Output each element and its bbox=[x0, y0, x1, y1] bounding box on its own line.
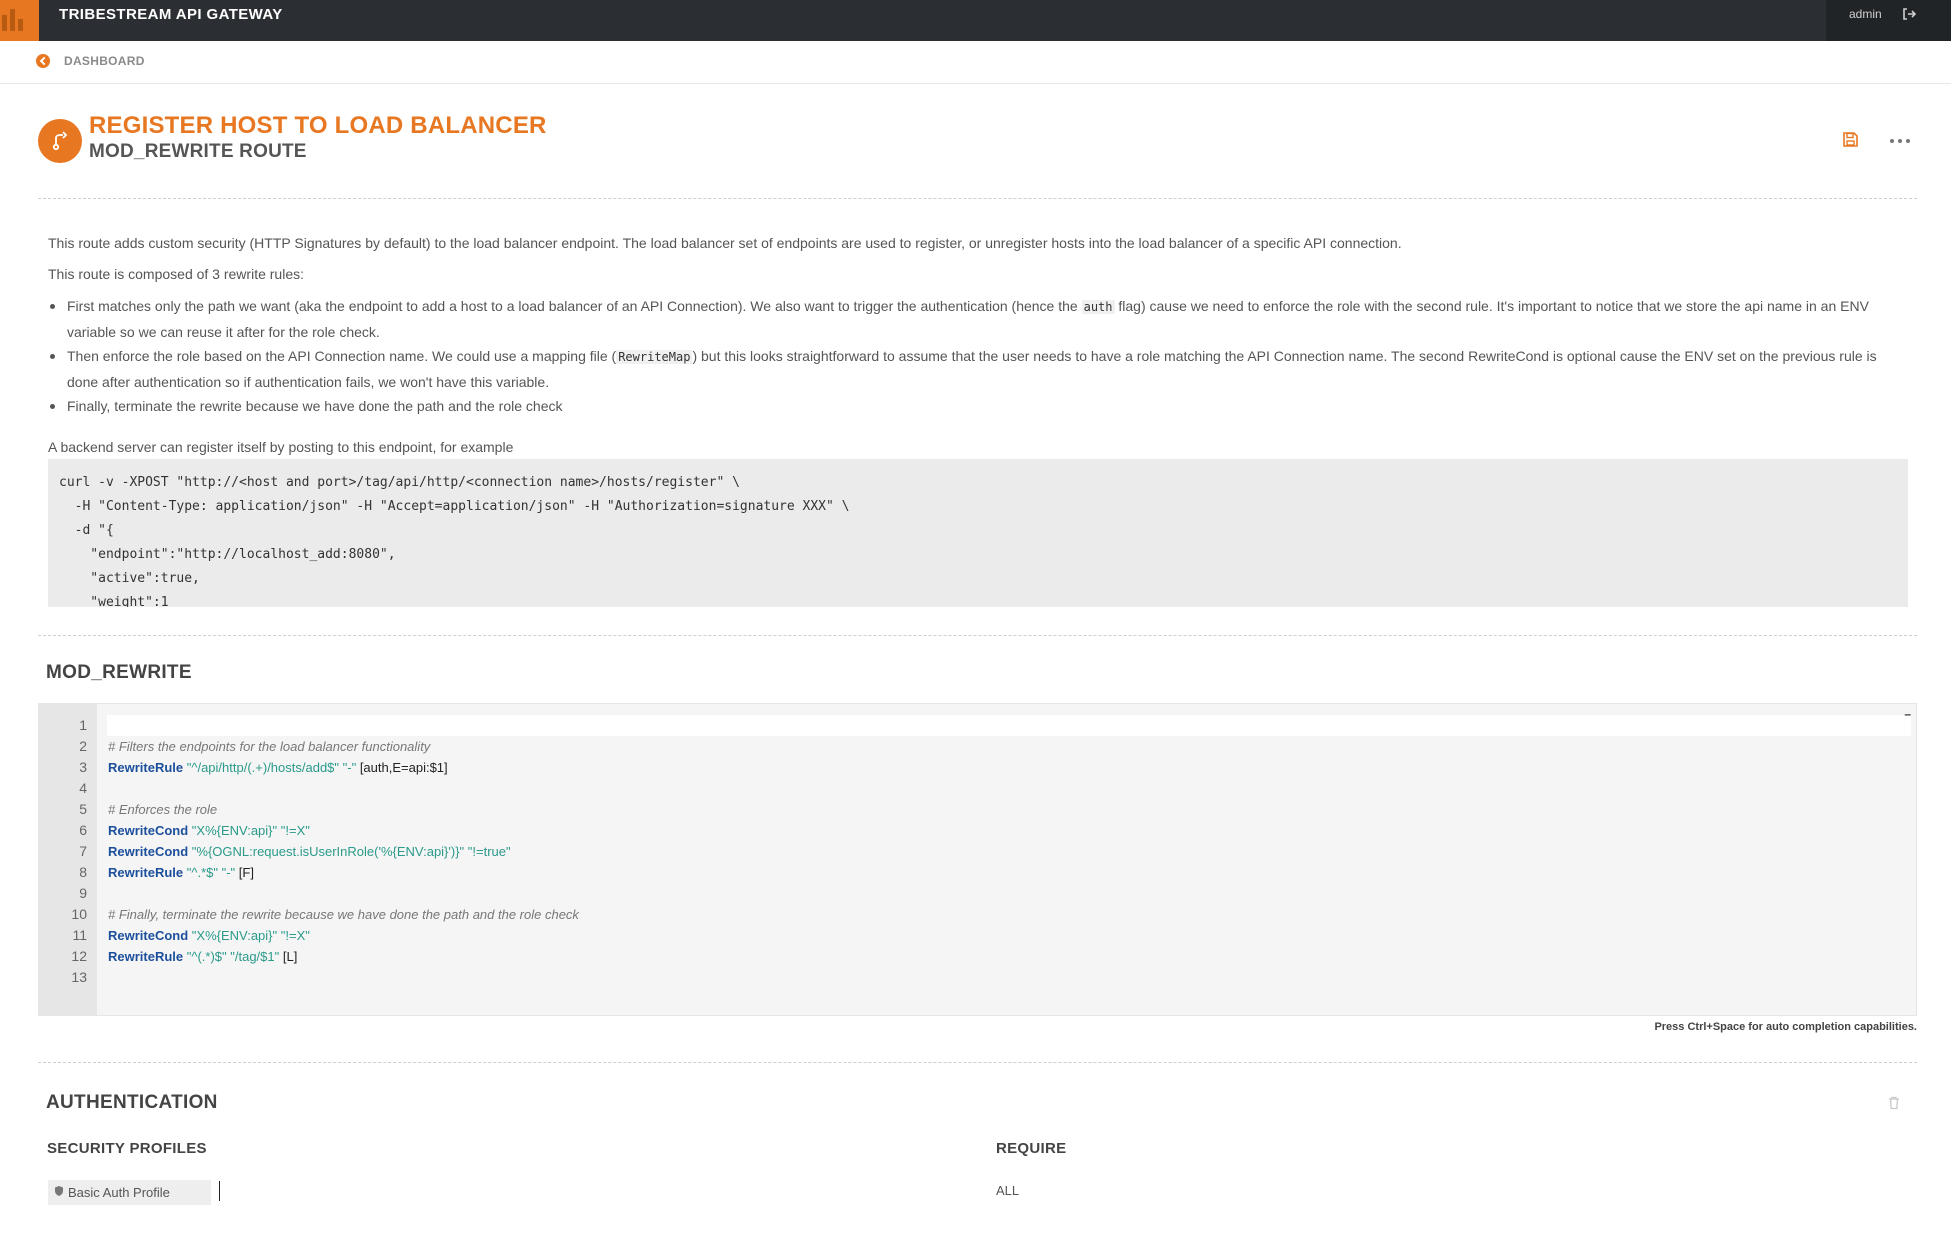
line-number: 12 bbox=[71, 948, 87, 964]
security-profile-label: Basic Auth Profile bbox=[68, 1185, 170, 1200]
line-number: 13 bbox=[71, 969, 87, 985]
inline-code: auth bbox=[1081, 300, 1115, 314]
trash-icon[interactable] bbox=[1888, 1096, 1900, 1115]
user-menu[interactable]: admin bbox=[1826, 0, 1951, 41]
rewrite-code-editor[interactable]: 1 2 3 4 5 6 7 8 9 10 11 12 13 – # Filter… bbox=[38, 703, 1917, 1016]
code-line[interactable]: RewriteRule "^(.*)$" "/tag/$1" [L] bbox=[108, 946, 297, 967]
code-line[interactable]: RewriteRule "^/api/http/(.+)/hosts/add$"… bbox=[108, 757, 448, 778]
divider bbox=[38, 198, 1917, 199]
logo-icon[interactable] bbox=[0, 0, 39, 41]
code-line[interactable]: RewriteRule "^.*$" "-" [F] bbox=[108, 862, 254, 883]
page-subtitle: MOD_REWRITE ROUTE bbox=[89, 141, 307, 162]
list-item: Finally, terminate the rewrite because w… bbox=[48, 394, 1910, 419]
divider bbox=[38, 1062, 1917, 1063]
line-number: 1 bbox=[79, 717, 87, 733]
code-line[interactable]: RewriteCond "X%{ENV:api}" "!=X" bbox=[108, 820, 310, 841]
line-number: 5 bbox=[79, 801, 87, 817]
example-code-block: curl -v -XPOST "http://<host and port>/t… bbox=[48, 459, 1908, 607]
require-header: REQUIRE bbox=[996, 1140, 1067, 1157]
line-number: 8 bbox=[79, 864, 87, 880]
mod-rewrite-title: MOD_REWRITE bbox=[46, 662, 192, 683]
line-number: 10 bbox=[71, 906, 87, 922]
example-intro: A backend server can register itself by … bbox=[48, 439, 514, 455]
code-line[interactable]: # Filters the endpoints for the load bal… bbox=[108, 736, 430, 757]
user-name[interactable]: admin bbox=[1849, 7, 1882, 21]
route-fork-icon bbox=[38, 119, 82, 163]
back-icon[interactable] bbox=[36, 54, 50, 68]
rules-intro: This route is composed of 3 rewrite rule… bbox=[48, 266, 304, 282]
code-line[interactable]: RewriteCond "X%{ENV:api}" "!=X" bbox=[108, 925, 310, 946]
rules-list: First matches only the path we want (aka… bbox=[48, 294, 1910, 419]
line-number: 9 bbox=[79, 885, 87, 901]
line-number: 7 bbox=[79, 843, 87, 859]
active-line[interactable] bbox=[107, 715, 1911, 736]
example-code: curl -v -XPOST "http://<host and port>/t… bbox=[59, 475, 850, 607]
breadcrumb-dashboard-link[interactable]: DASHBOARD bbox=[64, 54, 145, 68]
app-title: TRIBESTREAM API GATEWAY bbox=[59, 6, 283, 23]
logout-icon[interactable] bbox=[1901, 6, 1917, 27]
require-value[interactable]: ALL bbox=[996, 1183, 1019, 1198]
line-number-gutter: 1 2 3 4 5 6 7 8 9 10 11 12 13 bbox=[39, 704, 97, 1015]
breadcrumb[interactable]: DASHBOARD bbox=[36, 53, 145, 69]
save-icon[interactable] bbox=[1842, 131, 1859, 153]
list-item: First matches only the path we want (aka… bbox=[48, 294, 1910, 344]
editor-hint: Press Ctrl+Space for auto completion cap… bbox=[1654, 1021, 1917, 1033]
authentication-title: AUTHENTICATION bbox=[46, 1092, 218, 1113]
line-number: 3 bbox=[79, 759, 87, 775]
security-profiles-header: SECURITY PROFILES bbox=[47, 1140, 207, 1157]
code-line[interactable]: RewriteCond "%{OGNL:request.isUserInRole… bbox=[108, 841, 511, 862]
collapse-toggle[interactable]: – bbox=[1904, 707, 1911, 721]
code-line[interactable]: # Finally, terminate the rewrite because… bbox=[108, 904, 579, 925]
profile-input-cursor[interactable] bbox=[219, 1181, 220, 1201]
shield-icon bbox=[54, 1180, 64, 1205]
route-description: This route adds custom security (HTTP Si… bbox=[48, 235, 1402, 251]
line-number: 2 bbox=[79, 738, 87, 754]
code-line[interactable]: # Enforces the role bbox=[108, 799, 217, 820]
security-profile-tag[interactable]: Basic Auth Profile bbox=[48, 1180, 211, 1205]
divider bbox=[38, 635, 1917, 636]
divider bbox=[0, 83, 1951, 84]
list-item: Then enforce the role based on the API C… bbox=[48, 344, 1910, 394]
more-icon[interactable] bbox=[1890, 139, 1910, 143]
line-number: 6 bbox=[79, 822, 87, 838]
inline-code: RewriteMap bbox=[616, 350, 693, 364]
top-bar: TRIBESTREAM API GATEWAY admin bbox=[0, 0, 1951, 41]
page-title: REGISTER HOST TO LOAD BALANCER bbox=[89, 112, 547, 139]
line-number: 4 bbox=[79, 780, 87, 796]
line-number: 11 bbox=[72, 927, 87, 943]
